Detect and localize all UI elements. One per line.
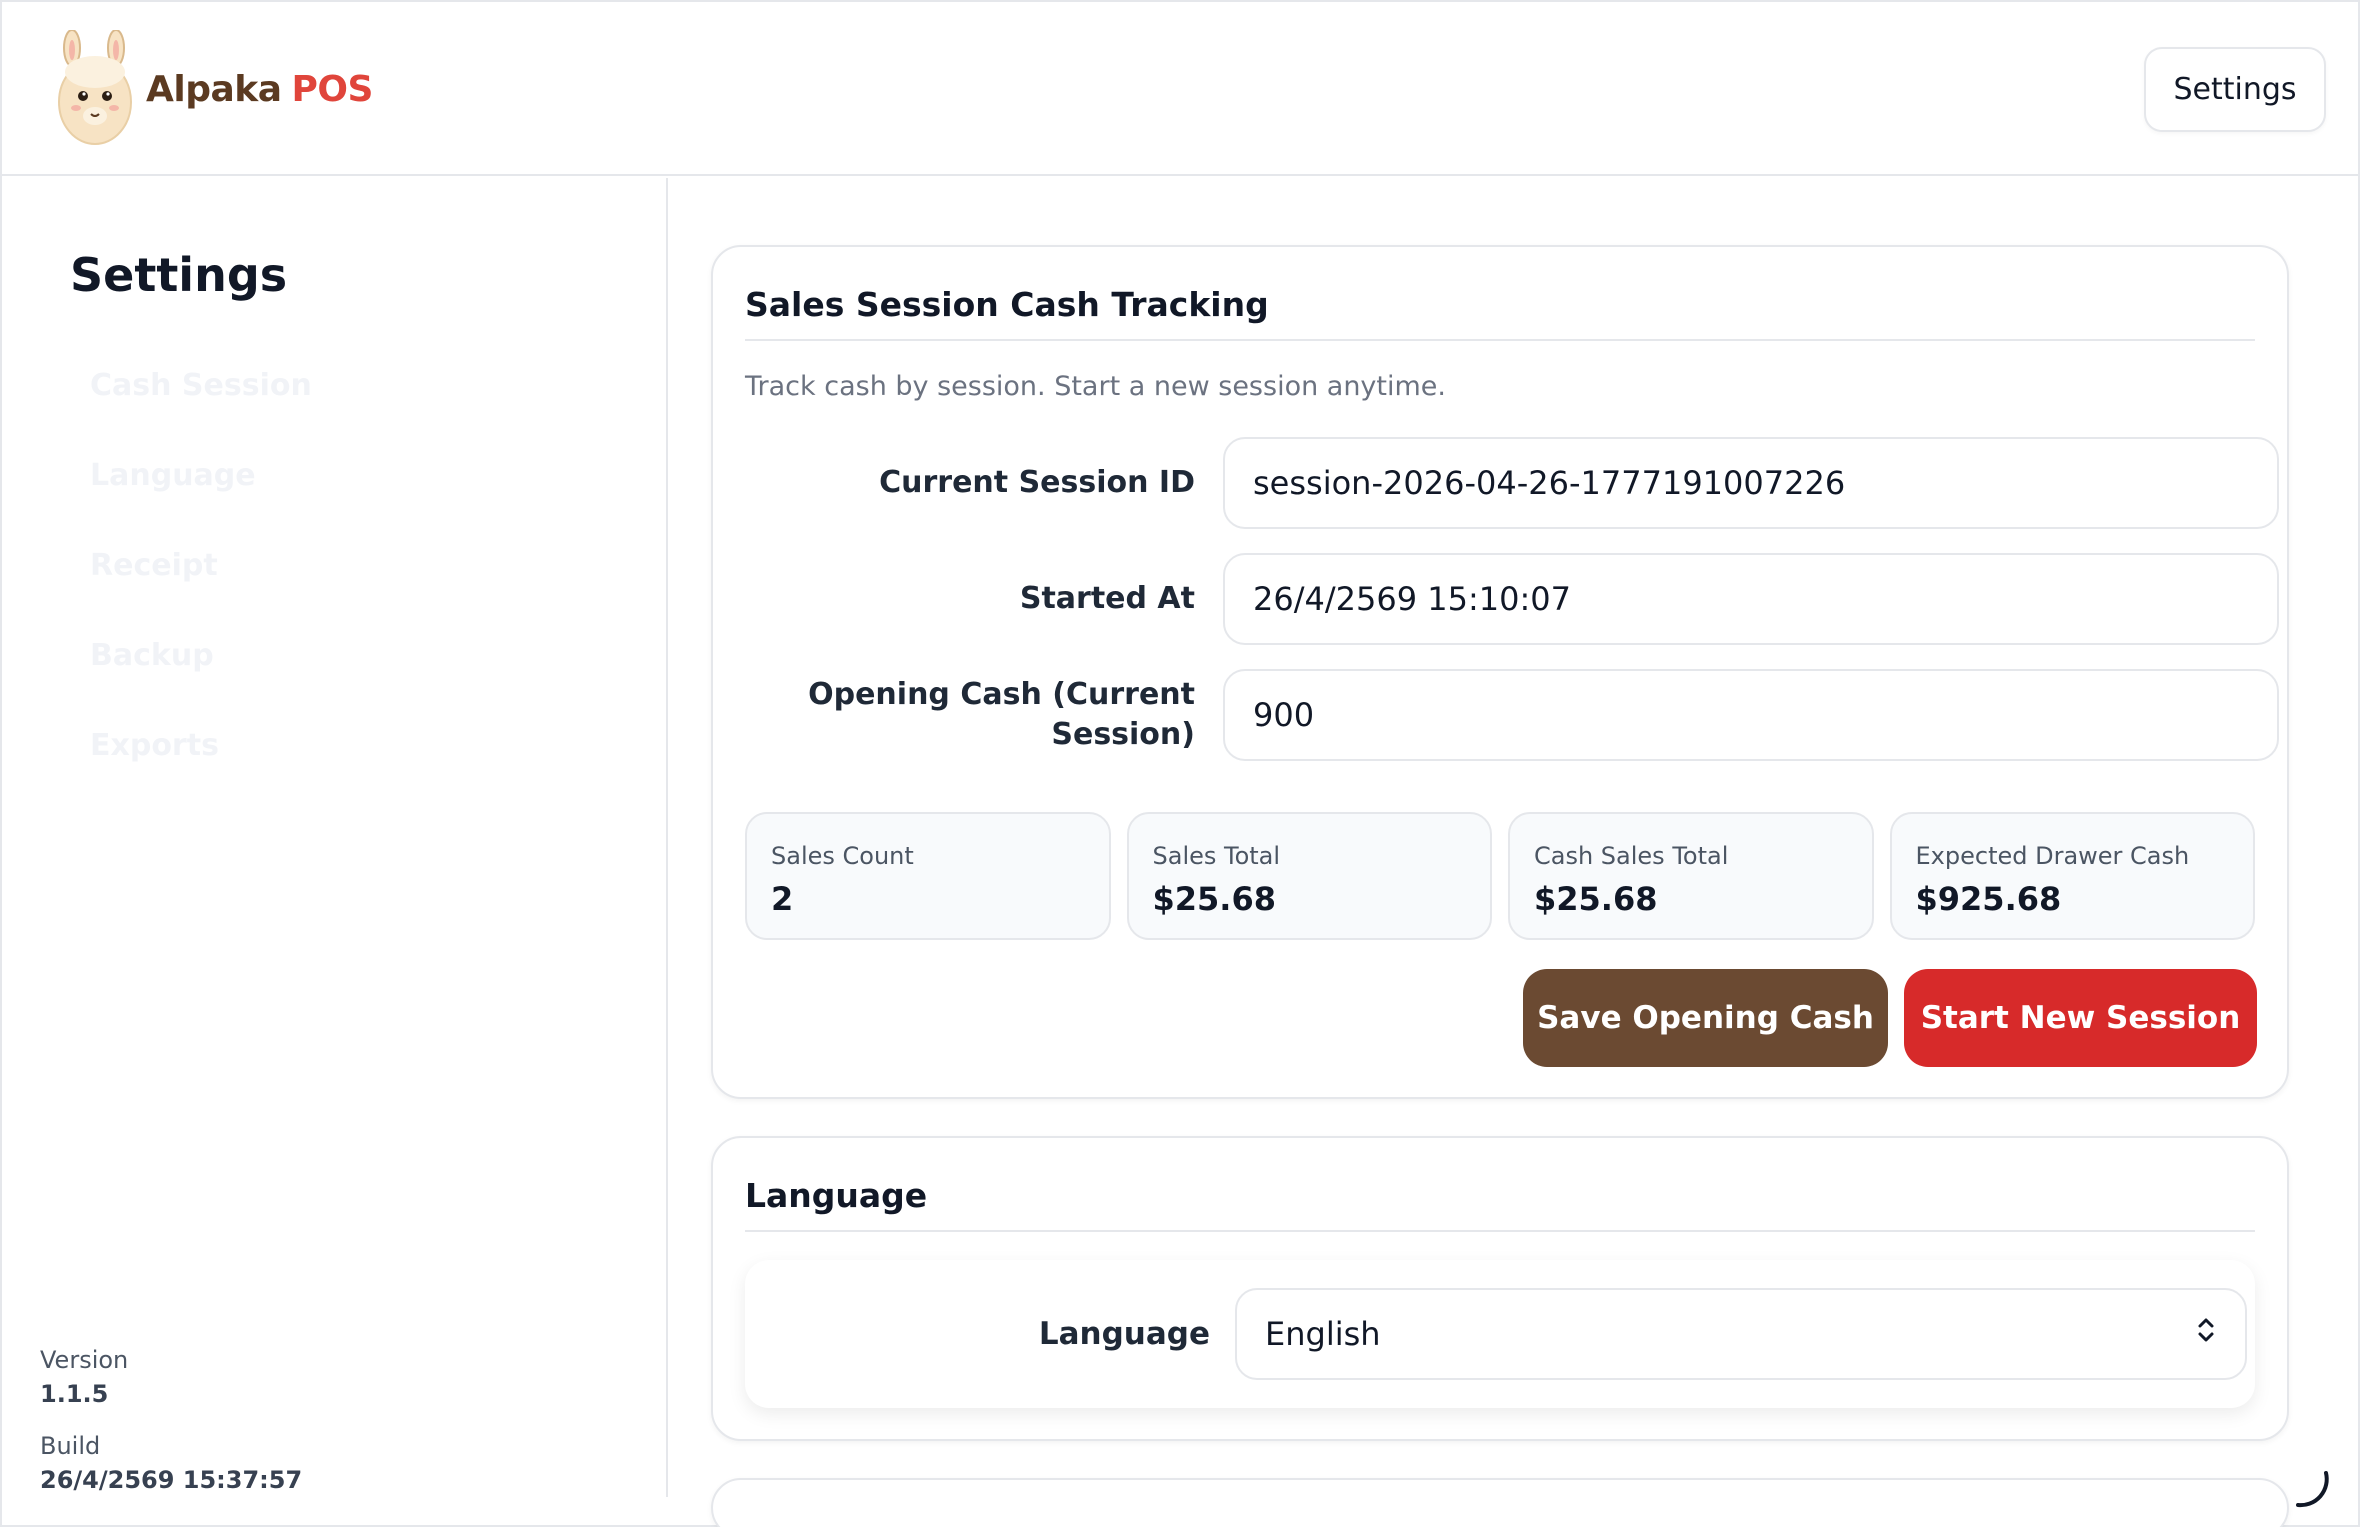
language-select[interactable]: English [1235,1288,2247,1380]
sidebar-item-language[interactable]: Language [90,456,312,546]
top-header: Alpaka POS Settings [2,2,2358,176]
cash-session-card: Sales Session Cash Tracking Track cash b… [711,245,2289,1099]
stat-card-cash-sales-total: Cash Sales Total $25.68 [1508,812,1874,940]
version-label: Version [40,1346,129,1374]
sidebar-title: Settings [70,248,288,302]
brand-secondary: POS [291,68,374,110]
stat-card-sales-total: Sales Total $25.68 [1126,812,1492,940]
sidebar-item-receipt[interactable]: Receipt [90,546,312,636]
session-stats: Sales Count 2 Sales Total $25.68 Cash Sa… [745,812,2255,940]
stat-label: Sales Total [1152,842,1281,870]
session-id-row: Current Session ID session-2026-04-26-17… [745,437,2279,529]
loading-spinner-icon [2296,1471,2329,1508]
stat-value: $25.68 [1152,880,1276,918]
language-label: Language [1038,1316,1210,1352]
cash-session-description: Track cash by session. Start a new sessi… [745,371,1446,402]
stat-card-expected-drawer-cash: Expected Drawer Cash $925.68 [1889,812,2255,940]
settings-button[interactable]: Settings [2144,47,2326,132]
language-panel: Language English [745,1260,2255,1408]
stat-value: $25.68 [1534,880,1658,918]
build-value: 26/4/2569 15:37:57 [40,1466,303,1494]
started-at-field[interactable]: 26/4/2569 15:10:07 [1223,553,2279,645]
sidebar-item-cash-session[interactable]: Cash Session [90,366,312,456]
stat-value: $925.68 [1915,880,2062,918]
stat-label: Expected Drawer Cash [1915,842,2190,870]
stat-label: Cash Sales Total [1534,842,1729,870]
version-info: Version 1.1.5 Build 26/4/2569 15:37:57 [40,1346,302,1518]
language-card: Language Language English [711,1136,2289,1441]
session-id-field[interactable]: session-2026-04-26-1777191007226 [1223,437,2279,529]
alpaca-logo-icon [50,29,140,148]
start-new-session-button[interactable]: Start New Session [1904,969,2257,1067]
opening-cash-row: Opening Cash (Current Session) 900 [745,669,2279,761]
cash-session-title: Sales Session Cash Tracking [745,285,1269,324]
stat-card-sales-count: Sales Count 2 [745,812,1111,940]
chevron-up-down-icon [2195,1315,2217,1353]
divider [745,1230,2255,1232]
started-at-row: Started At 26/4/2569 15:10:07 [745,553,2279,645]
version-value: 1.1.5 [40,1380,109,1408]
logo[interactable]: Alpaka POS [50,29,373,148]
language-selected-value: English [1265,1315,1381,1353]
brand-primary: Alpaka [146,68,282,110]
build-label: Build [40,1432,101,1460]
language-section-title: Language [745,1176,928,1215]
sidebar-item-backup[interactable]: Backup [90,636,312,726]
opening-cash-label: Opening Cash (Current Session) [808,677,1195,752]
save-opening-cash-button[interactable]: Save Opening Cash [1523,969,1888,1067]
brand-name: Alpaka POS [146,69,373,110]
session-id-label: Current Session ID [879,465,1195,500]
sidebar-nav: Cash Session Language Receipt Backup Exp… [90,366,312,816]
sidebar-item-exports[interactable]: Exports [90,726,312,816]
opening-cash-input[interactable]: 900 [1223,669,2279,761]
sidebar: Settings Cash Session Language Receipt B… [2,178,668,1497]
next-settings-card [711,1478,2289,1527]
started-at-label: Started At [1019,581,1195,616]
stat-label: Sales Count [771,842,914,870]
stat-value: 2 [771,880,794,918]
divider [745,339,2255,341]
